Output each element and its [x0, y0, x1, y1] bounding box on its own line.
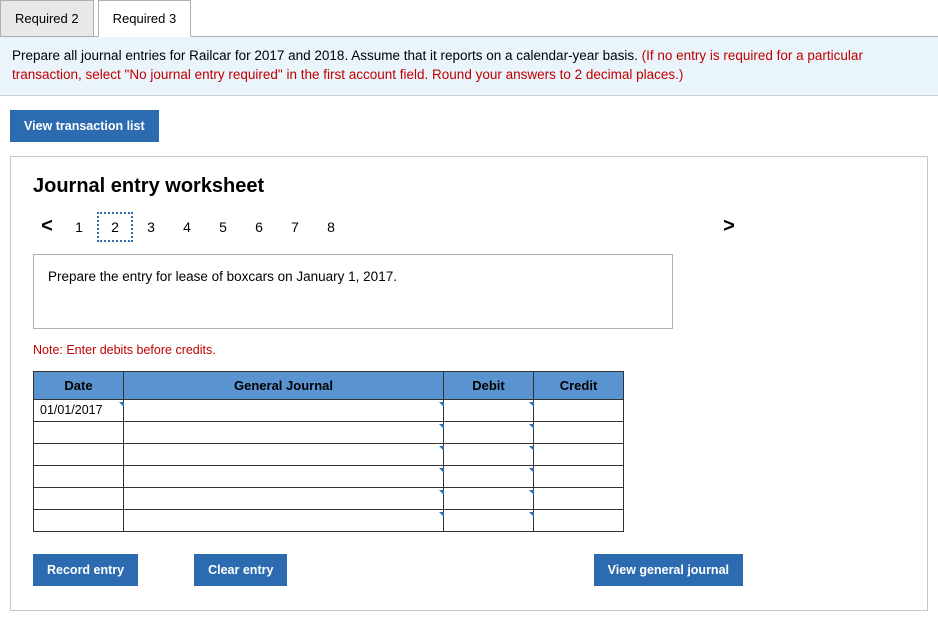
table-row — [34, 421, 624, 443]
col-header-date: Date — [34, 371, 124, 399]
credit-cell[interactable] — [534, 465, 624, 487]
worksheet-title: Journal entry worksheet — [33, 175, 905, 198]
pager-next-icon[interactable]: > — [715, 215, 743, 238]
credit-cell[interactable] — [534, 443, 624, 465]
debit-cell[interactable] — [444, 399, 534, 421]
pager-page-8[interactable]: 8 — [313, 212, 349, 242]
date-cell[interactable]: 01/01/2017 — [34, 399, 124, 421]
date-cell[interactable] — [34, 487, 124, 509]
col-header-credit: Credit — [534, 371, 624, 399]
account-cell[interactable] — [124, 443, 444, 465]
clear-entry-button[interactable]: Clear entry — [194, 554, 287, 586]
action-buttons-row: Record entry Clear entry View general jo… — [33, 554, 743, 586]
record-entry-button[interactable]: Record entry — [33, 554, 138, 586]
view-general-journal-button[interactable]: View general journal — [594, 554, 743, 586]
pager-page-7[interactable]: 7 — [277, 212, 313, 242]
view-transaction-list-button[interactable]: View transaction list — [10, 110, 159, 142]
debit-cell[interactable] — [444, 509, 534, 531]
debit-cell[interactable] — [444, 465, 534, 487]
pager-page-3[interactable]: 3 — [133, 212, 169, 242]
table-row — [34, 487, 624, 509]
entry-pager: < 1 2 3 4 5 6 7 8 > — [33, 212, 743, 242]
date-cell[interactable] — [34, 509, 124, 531]
debits-before-credits-note: Note: Enter debits before credits. — [33, 343, 905, 357]
date-cell[interactable] — [34, 421, 124, 443]
debit-cell[interactable] — [444, 487, 534, 509]
table-row — [34, 443, 624, 465]
pager-page-2[interactable]: 2 — [97, 212, 133, 242]
journal-entry-table: Date General Journal Debit Credit 01/01/… — [33, 371, 624, 532]
col-header-general-journal: General Journal — [124, 371, 444, 399]
credit-cell[interactable] — [534, 487, 624, 509]
table-row — [34, 509, 624, 531]
debit-cell[interactable] — [444, 443, 534, 465]
pager-prev-icon[interactable]: < — [33, 215, 61, 238]
requirement-tabs: Required 2 Required 3 — [0, 0, 938, 37]
tab-required-2[interactable]: Required 2 — [0, 0, 94, 36]
instruction-banner: Prepare all journal entries for Railcar … — [0, 37, 938, 96]
account-cell[interactable] — [124, 399, 444, 421]
credit-cell[interactable] — [534, 421, 624, 443]
pager-page-5[interactable]: 5 — [205, 212, 241, 242]
col-header-debit: Debit — [444, 371, 534, 399]
debit-cell[interactable] — [444, 421, 534, 443]
date-cell[interactable] — [34, 443, 124, 465]
entry-description-box: Prepare the entry for lease of boxcars o… — [33, 254, 673, 329]
credit-cell[interactable] — [534, 399, 624, 421]
tab-required-3[interactable]: Required 3 — [98, 0, 192, 37]
account-cell[interactable] — [124, 421, 444, 443]
account-cell[interactable] — [124, 509, 444, 531]
date-cell[interactable] — [34, 465, 124, 487]
pager-page-1[interactable]: 1 — [61, 212, 97, 242]
journal-entry-worksheet-panel: Journal entry worksheet < 1 2 3 4 5 6 7 … — [10, 156, 928, 611]
account-cell[interactable] — [124, 487, 444, 509]
pager-page-6[interactable]: 6 — [241, 212, 277, 242]
pager-page-4[interactable]: 4 — [169, 212, 205, 242]
account-cell[interactable] — [124, 465, 444, 487]
instruction-main: Prepare all journal entries for Railcar … — [12, 48, 642, 63]
table-row — [34, 465, 624, 487]
table-row: 01/01/2017 — [34, 399, 624, 421]
credit-cell[interactable] — [534, 509, 624, 531]
